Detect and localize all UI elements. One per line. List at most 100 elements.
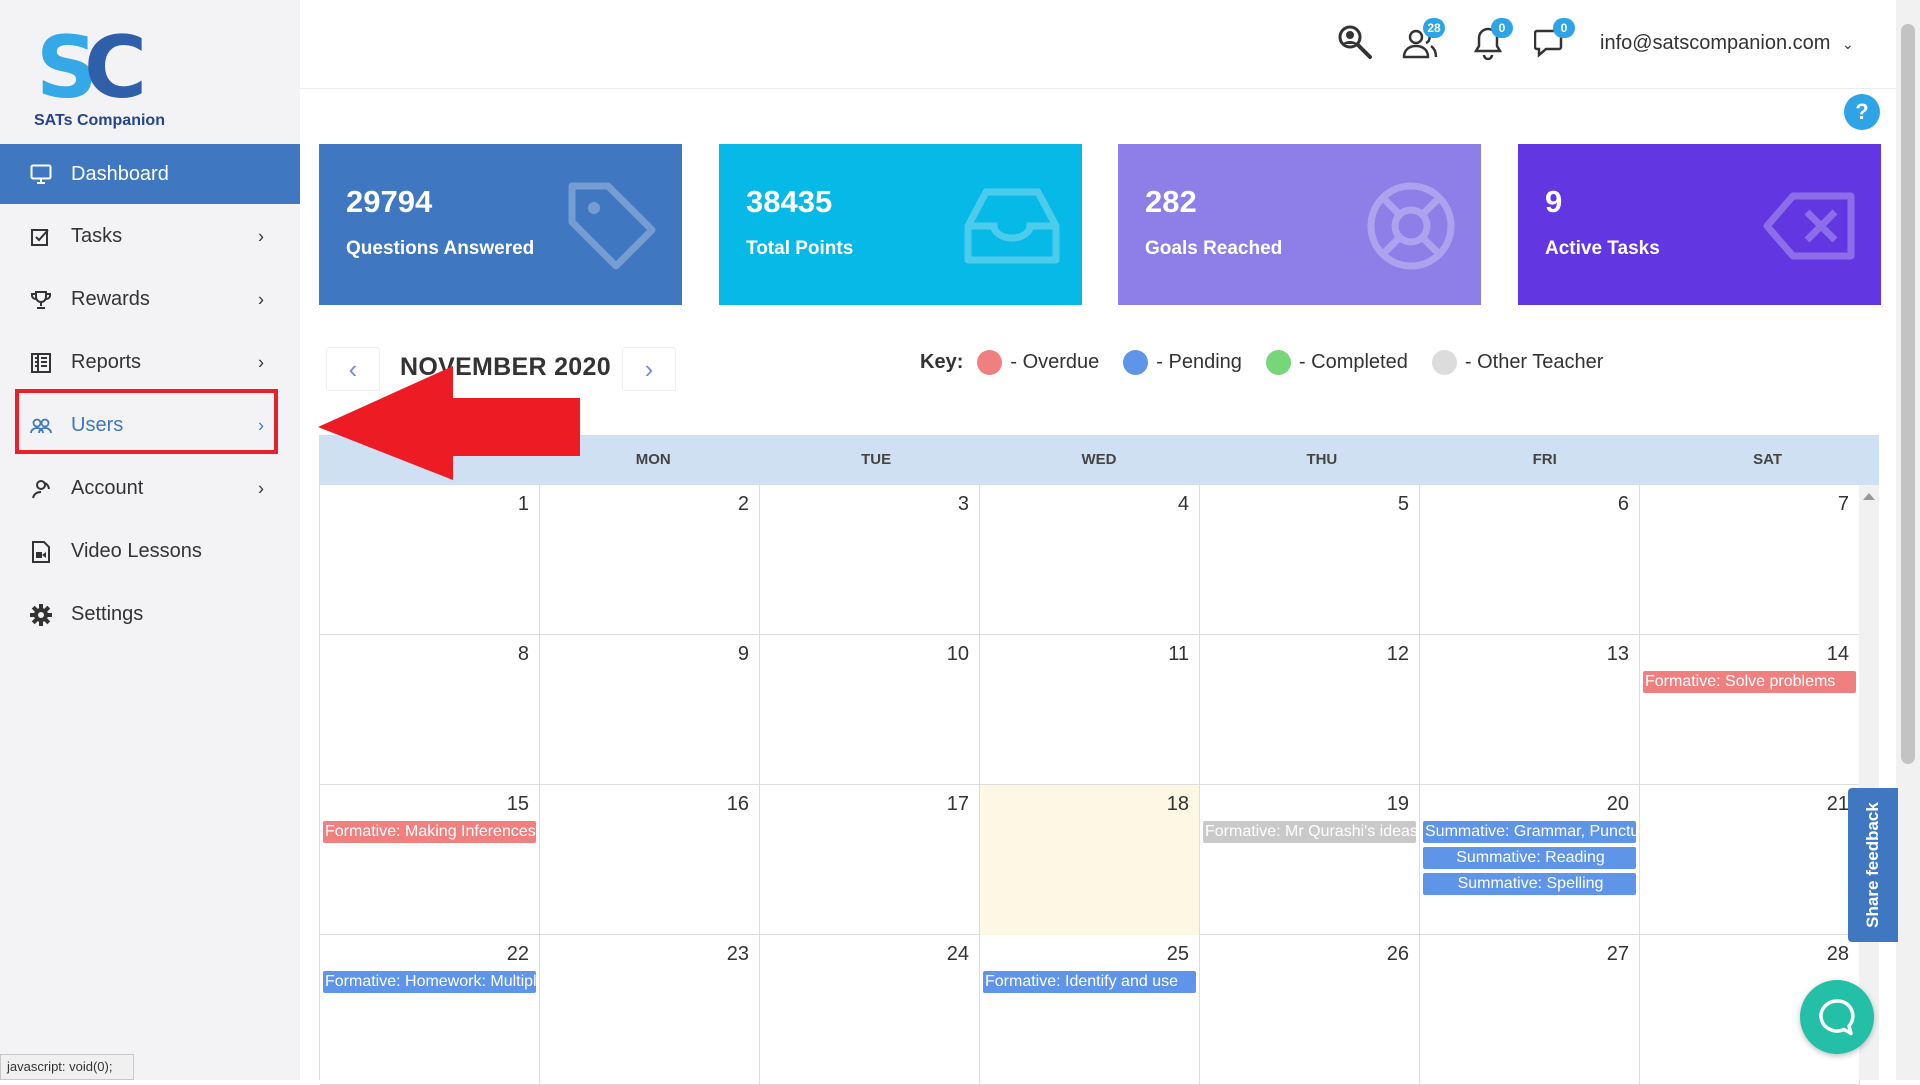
calendar-day[interactable]: 6: [1420, 485, 1640, 635]
messages-button[interactable]: 0: [1529, 18, 1575, 64]
calendar-day-today[interactable]: 18: [980, 785, 1200, 935]
calendar-day[interactable]: 23: [540, 935, 760, 1085]
day-number: 3: [957, 493, 969, 515]
day-number: 21: [1826, 793, 1849, 815]
calendar-event[interactable]: Summative: Reading: [1423, 847, 1636, 869]
calendar-day[interactable]: 5: [1200, 485, 1420, 635]
notifications-button[interactable]: 0: [1467, 18, 1513, 64]
calendar-event[interactable]: Summative: Spelling: [1423, 873, 1636, 895]
calendar-day[interactable]: 13: [1420, 635, 1640, 785]
calendar-day[interactable]: 2: [540, 485, 760, 635]
key-item-label: - Completed: [1298, 351, 1408, 373]
chevron-right-icon: ›: [258, 226, 264, 246]
calendar-week: 1 2 3 4 5 6 7: [320, 485, 1860, 635]
scroll-up-arrow-icon[interactable]: [1863, 493, 1875, 500]
stat-card-goals: 282 Goals Reached: [1118, 144, 1481, 305]
search-user-icon: [1338, 25, 1372, 59]
calendar-day[interactable]: 22 Formative: Homework: Multiply: [320, 935, 540, 1085]
sidebar-item-video-lessons[interactable]: Video Lessons: [0, 520, 300, 583]
share-feedback-tab[interactable]: Share feedback: [1848, 788, 1898, 942]
calendar-day[interactable]: 20 Summative: Grammar, Punctuation Summa…: [1420, 785, 1640, 935]
stat-card-points: 38435 Total Points: [719, 144, 1082, 305]
logo-mark: SC: [36, 18, 147, 118]
calendar-event[interactable]: Formative: Solve problems: [1643, 671, 1856, 693]
monitor-icon: [30, 163, 52, 185]
calendar-week: 22 Formative: Homework: Multiply 23 24 2…: [320, 935, 1860, 1085]
sidebar-item-label: Rewards: [71, 288, 150, 310]
calendar-day[interactable]: 7: [1640, 485, 1860, 635]
calendar-day[interactable]: 15 Formative: Making Inferences: [320, 785, 540, 935]
day-number: 14: [1826, 643, 1849, 665]
day-number: 2: [737, 493, 749, 515]
tasks-icon: [30, 226, 52, 248]
day-number: 11: [1168, 643, 1189, 665]
sidebar-item-reports[interactable]: Reports ›: [0, 331, 300, 394]
calendar-day[interactable]: 4: [980, 485, 1200, 635]
calendar-day[interactable]: 24: [760, 935, 980, 1085]
brand-logo[interactable]: SC SATs Companion: [34, 18, 174, 136]
user-email: info@satscompanion.com: [1600, 32, 1831, 54]
search-user-button[interactable]: [1333, 22, 1375, 64]
account-icon: [30, 478, 52, 500]
calendar-day[interactable]: 19 Formative: Mr Qurashi's ideas: [1200, 785, 1420, 935]
calendar-event[interactable]: Formative: Mr Qurashi's ideas: [1203, 821, 1416, 843]
users-badge: 28: [1423, 18, 1445, 38]
logo-text: SATs Companion: [34, 112, 165, 129]
calendar-body: 1 2 3 4 5 6 7 8 9 10 11 12 13 14 Formati…: [319, 485, 1860, 1085]
page-scrollbar-thumb[interactable]: [1901, 24, 1915, 764]
stat-value: 9: [1545, 184, 1563, 219]
calendar-day[interactable]: 21: [1640, 785, 1860, 935]
calendar-day[interactable]: 3: [760, 485, 980, 635]
calendar-day[interactable]: 11: [980, 635, 1200, 785]
calendar-day[interactable]: 25 Formative: Identify and use: [980, 935, 1200, 1085]
sidebar-item-label: Video Lessons: [71, 540, 202, 562]
sidebar: SC SATs Companion Dashboard Tasks › Rewa…: [0, 0, 300, 1080]
calendar-day[interactable]: 9: [540, 635, 760, 785]
calendar-event[interactable]: Formative: Making Inferences: [323, 821, 536, 843]
stat-value: 38435: [746, 184, 833, 219]
calendar-event[interactable]: Formative: Identify and use: [983, 971, 1196, 993]
day-number: 17: [946, 793, 969, 815]
stat-label: Questions Answered: [346, 238, 535, 259]
help-button[interactable]: ?: [1844, 94, 1880, 130]
calendar-day[interactable]: 26: [1200, 935, 1420, 1085]
calendar-event[interactable]: Formative: Homework: Multiply: [323, 971, 536, 993]
calendar-day[interactable]: 14 Formative: Solve problems: [1640, 635, 1860, 785]
sidebar-item-dashboard[interactable]: Dashboard: [0, 144, 300, 204]
sidebar-item-settings[interactable]: Settings: [0, 583, 300, 646]
day-number: 19: [1386, 793, 1409, 815]
share-feedback-label: Share feedback: [1863, 802, 1882, 928]
sidebar-item-account[interactable]: Account ›: [0, 457, 300, 520]
calendar-day[interactable]: 16: [540, 785, 760, 935]
chat-bubble-icon: [1819, 999, 1855, 1036]
calendar-event[interactable]: Summative: Grammar, Punctuation: [1423, 821, 1636, 843]
lifebuoy-icon: [1367, 182, 1455, 270]
sidebar-item-tasks[interactable]: Tasks ›: [0, 205, 300, 268]
calendar-day[interactable]: 27: [1420, 935, 1640, 1085]
day-number: 24: [946, 943, 969, 965]
pending-dot: [1123, 350, 1149, 375]
calendar-day[interactable]: 10: [760, 635, 980, 785]
day-number: 1: [517, 493, 529, 515]
page-scrollbar[interactable]: [1896, 0, 1920, 1080]
user-menu[interactable]: info@satscompanion.com ⌄: [1600, 32, 1854, 55]
calendar-day[interactable]: 1: [320, 485, 540, 635]
calendar-key: Key: - Overdue - Pending - Completed - O…: [920, 350, 1619, 375]
calendar-day[interactable]: 12: [1200, 635, 1420, 785]
chevron-right-icon: ›: [258, 352, 264, 372]
overdue-dot: [977, 350, 1003, 375]
calendar-day[interactable]: 8: [320, 635, 540, 785]
calendar-next-button[interactable]: ›: [622, 347, 676, 391]
completed-dot: [1265, 350, 1291, 375]
day-number: 27: [1606, 943, 1629, 965]
users-button[interactable]: 28: [1399, 18, 1445, 64]
day-number: 20: [1606, 793, 1629, 815]
chat-launcher-button[interactable]: [1800, 980, 1874, 1054]
key-item-label: - Pending: [1156, 351, 1242, 373]
weekday-label: FRI: [1532, 451, 1557, 468]
day-number: 22: [506, 943, 529, 965]
messages-badge: 0: [1553, 18, 1575, 38]
sidebar-item-rewards[interactable]: Rewards ›: [0, 268, 300, 331]
calendar-day[interactable]: 17: [760, 785, 980, 935]
stat-value: 29794: [346, 184, 433, 219]
